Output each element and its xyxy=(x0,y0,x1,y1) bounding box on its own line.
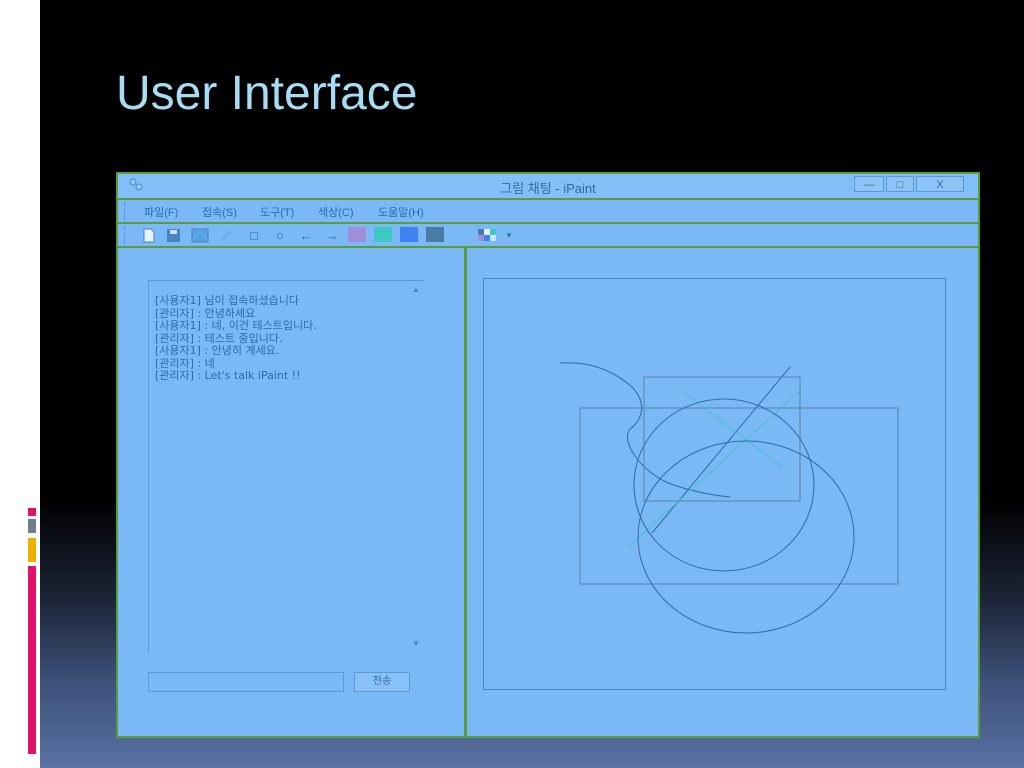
menu-color[interactable]: 색상(C) xyxy=(318,204,354,220)
chat-panel: [사용자1] 님이 접속하셨습니다 [관리자] : 안녕하세요 [사용자1] :… xyxy=(118,248,464,736)
decor-bar xyxy=(28,508,36,516)
chat-message: [사용자1] : 안녕히 계세요. xyxy=(155,344,280,357)
decor-bar xyxy=(28,566,36,754)
menu-bar: 파일(F) 접속(S) 도구(T) 색상(C) 도움말(H) xyxy=(118,200,978,224)
drawing-canvas[interactable] xyxy=(483,278,946,690)
menu-tools[interactable]: 도구(T) xyxy=(260,204,294,220)
color-swatch-slate[interactable] xyxy=(426,227,444,242)
scroll-down-icon[interactable]: ▼ xyxy=(408,639,424,648)
chat-log: [사용자1] 님이 접속하셨습니다 [관리자] : 안녕하세요 [사용자1] :… xyxy=(148,280,424,652)
drawn-line xyxy=(651,366,791,534)
menu-grip xyxy=(124,203,128,219)
decor-bar xyxy=(28,519,36,533)
window-title: 그림 채팅 - iPaint xyxy=(500,181,596,196)
drawn-ellipse xyxy=(633,398,815,572)
canvas-panel xyxy=(467,248,978,736)
title-bar[interactable]: 그림 채팅 - iPaint — □ X xyxy=(118,174,978,200)
slide-title: User Interface xyxy=(116,67,418,120)
color-swatch-blue[interactable] xyxy=(400,227,418,242)
arrow-left-icon[interactable]: ← xyxy=(296,227,316,243)
arrow-right-icon[interactable]: → xyxy=(322,227,342,243)
ellipse-tool-icon[interactable]: ○ xyxy=(270,227,290,243)
drawn-ellipse xyxy=(637,440,855,634)
scroll-up-icon[interactable]: ▲ xyxy=(408,285,424,294)
menu-file[interactable]: 파일(F) xyxy=(144,204,178,220)
menu-connect[interactable]: 접속(S) xyxy=(202,204,237,220)
new-file-icon[interactable] xyxy=(140,227,158,243)
chat-messages: [사용자1] 님이 접속하셨습니다 [관리자] : 안녕하세요 [사용자1] :… xyxy=(155,294,317,383)
drawn-line xyxy=(681,390,783,468)
color-picker-icon[interactable] xyxy=(190,227,210,243)
toolbar: □ ○ ← → ▾ xyxy=(118,224,978,248)
drawn-line xyxy=(627,390,801,548)
color-swatch-teal[interactable] xyxy=(374,227,392,242)
chat-input[interactable] xyxy=(148,672,344,692)
close-button[interactable]: X xyxy=(916,176,964,192)
save-icon[interactable] xyxy=(164,227,182,243)
ipaint-window: 그림 채팅 - iPaint — □ X 파일(F) 접속(S) 도구(T) 색… xyxy=(116,172,980,738)
palette-icon[interactable] xyxy=(476,227,498,243)
chat-scrollbar[interactable]: ▲ ▼ xyxy=(408,281,424,652)
toolbar-grip xyxy=(124,227,128,243)
send-button[interactable]: 전송 xyxy=(354,672,410,692)
menu-help[interactable]: 도움말(H) xyxy=(378,204,424,220)
chat-message: [관리자] : Let's talk iPaint !! xyxy=(155,369,301,382)
rectangle-tool-icon[interactable]: □ xyxy=(244,227,264,243)
decor-bar xyxy=(28,538,36,562)
maximize-button[interactable]: □ xyxy=(886,176,914,192)
toolbar-overflow-icon[interactable]: ▾ xyxy=(504,227,514,243)
chat-message: [사용자1] : 네, 이건 테스트입니다. xyxy=(155,319,317,332)
minimize-button[interactable]: — xyxy=(854,176,884,192)
chat-message: [사용자1] 님이 접속하셨습니다 xyxy=(155,294,300,307)
pen-icon[interactable] xyxy=(218,227,236,243)
drawing-surface xyxy=(559,362,899,634)
freehand-curve xyxy=(559,362,731,498)
color-swatch-purple[interactable] xyxy=(348,227,366,242)
